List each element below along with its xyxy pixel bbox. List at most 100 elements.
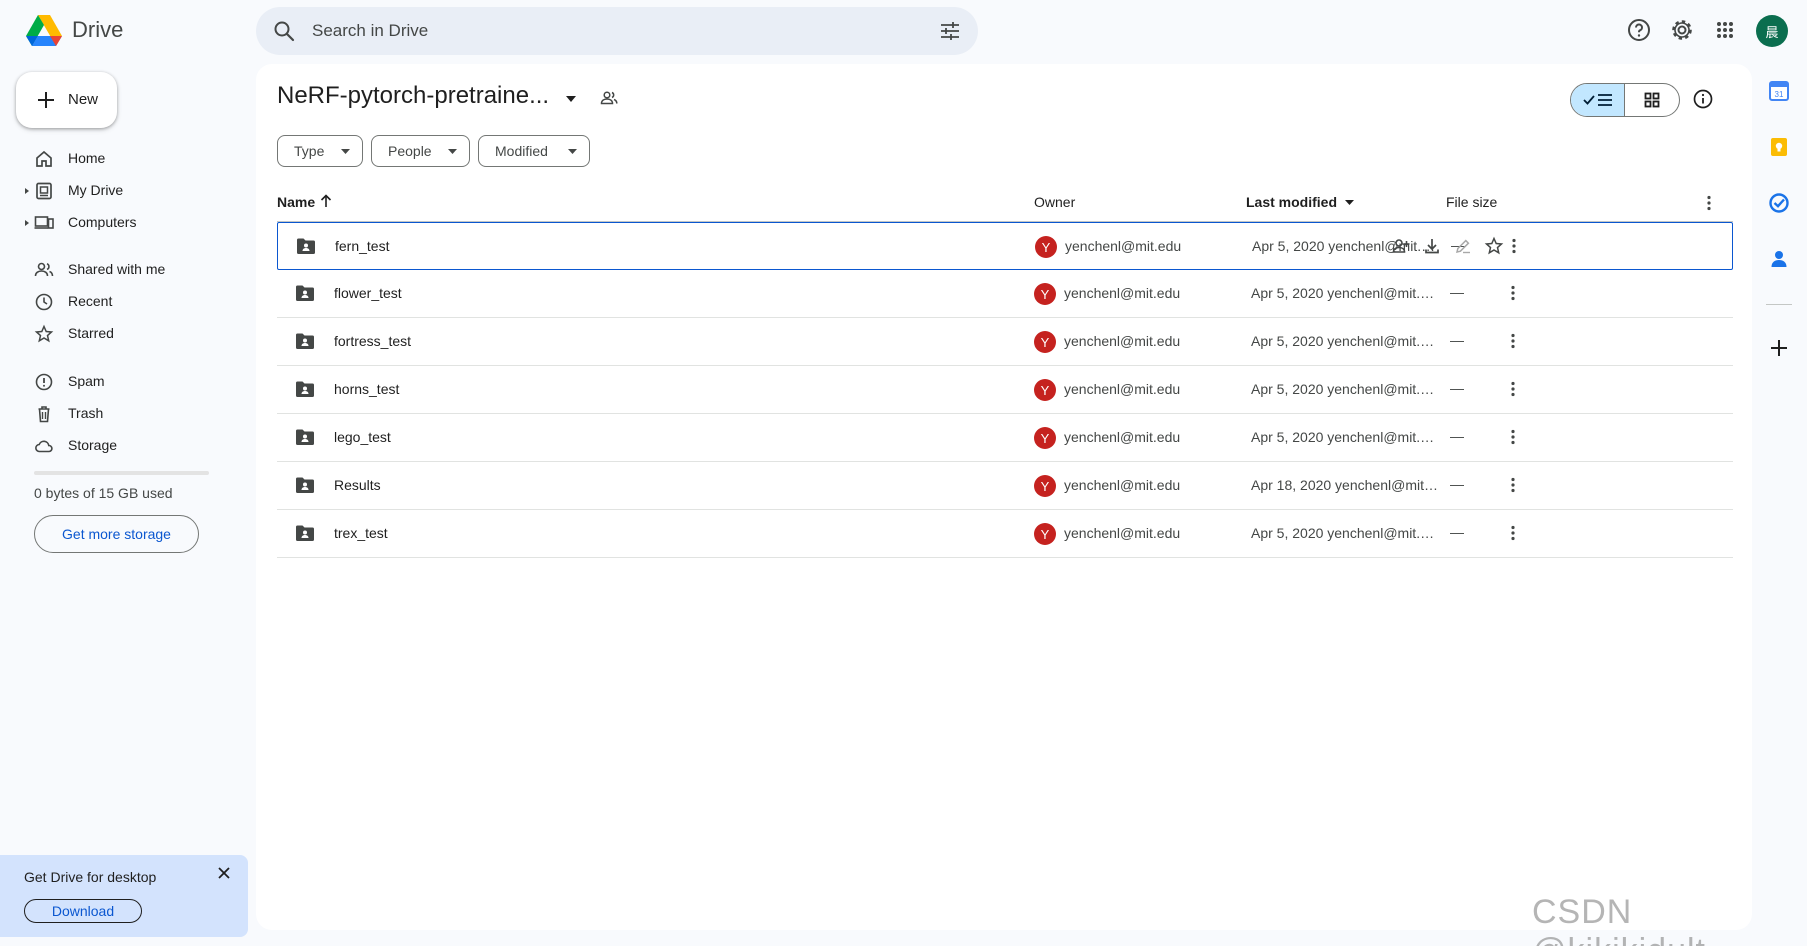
contacts-icon[interactable] [1768, 248, 1790, 270]
expand-arrow-icon[interactable] [24, 187, 30, 195]
sort-ascending-icon[interactable] [318, 193, 334, 209]
shared-folder-icon [296, 285, 314, 301]
filter-type[interactable]: Type [277, 135, 363, 167]
file-size: — [1450, 476, 1464, 492]
chevron-down-icon [448, 149, 457, 154]
column-header-file-size[interactable]: File size [1446, 194, 1497, 210]
last-modified: Apr 5, 2020 yenchenl@mit.edu [1251, 285, 1441, 301]
more-vert-icon[interactable] [1505, 524, 1521, 542]
owner-email: yenchenl@mit.edu [1064, 381, 1181, 397]
chevron-down-icon[interactable] [564, 92, 578, 106]
list-view-button[interactable] [1571, 84, 1626, 116]
sidebar-item-trash[interactable]: Trash [28, 400, 248, 428]
last-modified: Apr 18, 2020 yenchenl@mit.edu [1251, 477, 1441, 493]
filter-modified[interactable]: Modified [478, 135, 590, 167]
share-person-add-icon[interactable] [1391, 236, 1411, 256]
sidebar-item-home[interactable]: Home [28, 145, 248, 173]
search-options-icon[interactable] [938, 19, 962, 43]
column-header-owner[interactable]: Owner [1034, 194, 1075, 210]
more-vert-icon[interactable] [1506, 237, 1522, 255]
last-modified: Apr 5, 2020 yenchenl@mit.edu [1251, 381, 1441, 397]
more-vert-icon[interactable] [1505, 476, 1521, 494]
sidebar-item-label: My Drive [68, 182, 124, 198]
grid-view-button[interactable] [1625, 84, 1679, 116]
owner-avatar: Y [1034, 283, 1056, 305]
add-addon-icon[interactable] [1768, 337, 1790, 359]
owner-avatar: Y [1034, 427, 1056, 449]
table-row[interactable]: horns_test Y yenchenl@mit.edu Apr 5, 202… [277, 366, 1733, 414]
file-list-panel: NeRF-pytorch-pretraine... Type People Mo… [256, 64, 1752, 930]
file-size: — [1450, 284, 1464, 300]
file-name: horns_test [334, 381, 400, 397]
storage-usage-text: 0 bytes of 15 GB used [34, 485, 173, 501]
sidebar-item-computers[interactable]: Computers [25, 209, 248, 237]
cloud-icon [35, 440, 53, 453]
sidebar-item-storage[interactable]: Storage [28, 432, 248, 460]
file-size: — [1450, 428, 1464, 444]
table-row[interactable]: fern_test Y yenchenl@mit.edu Apr 5, 2020… [277, 222, 1733, 270]
drive-logo[interactable]: Drive [26, 14, 123, 46]
table-row[interactable]: lego_test Y yenchenl@mit.edu Apr 5, 2020… [277, 414, 1733, 462]
last-modified: Apr 5, 2020 yenchenl@mit.edu [1251, 333, 1441, 349]
sidebar-item-recent[interactable]: Recent [28, 288, 248, 316]
sidebar-item-starred[interactable]: Starred [28, 320, 248, 348]
last-modified: Apr 5, 2020 yenchenl@mit.edu [1251, 429, 1441, 445]
folder-title[interactable]: NeRF-pytorch-pretraine... [277, 82, 549, 110]
more-vert-icon[interactable] [1701, 194, 1717, 212]
tasks-icon[interactable] [1768, 192, 1790, 214]
expand-arrow-icon[interactable] [24, 219, 30, 227]
table-row[interactable]: Results Y yenchenl@mit.edu Apr 18, 2020 … [277, 462, 1733, 510]
filter-people[interactable]: People [371, 135, 470, 167]
sidebar-item-shared[interactable]: Shared with me [28, 256, 248, 284]
table-row[interactable]: fortress_test Y yenchenl@mit.edu Apr 5, … [277, 318, 1733, 366]
apps-grid-icon[interactable] [1712, 17, 1738, 43]
chevron-down-icon[interactable] [1345, 200, 1354, 206]
owner-email: yenchenl@mit.edu [1064, 285, 1181, 301]
chevron-down-icon [568, 149, 577, 154]
column-header-last-modified[interactable]: Last modified [1246, 194, 1337, 210]
spam-icon [35, 373, 53, 391]
more-vert-icon[interactable] [1505, 332, 1521, 350]
shared-folder-icon [296, 333, 314, 349]
shared-icon [34, 262, 54, 277]
column-header-name[interactable]: Name [277, 194, 315, 210]
close-icon[interactable] [214, 863, 234, 883]
file-size: — [1450, 380, 1464, 396]
search-icon[interactable] [272, 19, 296, 43]
search-input[interactable] [312, 15, 872, 47]
search-bar[interactable] [256, 7, 978, 55]
account-avatar[interactable]: 晨 [1756, 15, 1788, 47]
new-button[interactable]: New [16, 72, 117, 128]
owner-avatar: Y [1035, 236, 1057, 258]
shared-folder-icon [297, 238, 315, 254]
table-row[interactable]: flower_test Y yenchenl@mit.edu Apr 5, 20… [277, 270, 1733, 318]
more-vert-icon[interactable] [1505, 380, 1521, 398]
help-icon[interactable] [1626, 17, 1652, 43]
shared-folder-icon [296, 477, 314, 493]
file-name: lego_test [334, 429, 391, 445]
view-toggle [1570, 83, 1680, 117]
get-more-storage-button[interactable]: Get more storage [34, 515, 199, 553]
owner-email: yenchenl@mit.edu [1064, 525, 1181, 541]
rename-icon[interactable] [1453, 236, 1473, 256]
calendar-icon[interactable]: 31 [1768, 80, 1790, 102]
settings-icon[interactable] [1669, 17, 1695, 43]
rail-divider [1766, 304, 1792, 305]
last-modified: Apr 5, 2020 yenchenl@mit.edu [1252, 238, 1442, 254]
keep-icon[interactable] [1768, 136, 1790, 158]
star-icon[interactable] [1484, 236, 1504, 256]
sidebar-item-label: Computers [68, 214, 137, 230]
sidebar-item-my-drive[interactable]: My Drive [25, 177, 248, 205]
more-vert-icon[interactable] [1505, 284, 1521, 302]
desktop-promo: Get Drive for desktop Download [0, 855, 248, 937]
download-icon[interactable] [1422, 236, 1442, 256]
promo-title: Get Drive for desktop [24, 869, 157, 885]
table-row[interactable]: trex_test Y yenchenl@mit.edu Apr 5, 2020… [277, 510, 1733, 558]
sidebar-item-spam[interactable]: Spam [28, 368, 248, 396]
download-button[interactable]: Download [24, 899, 142, 923]
info-icon[interactable] [1692, 88, 1714, 110]
filter-label: Type [294, 143, 325, 159]
more-vert-icon[interactable] [1505, 428, 1521, 446]
computers-icon [34, 216, 54, 229]
home-icon [36, 150, 52, 167]
